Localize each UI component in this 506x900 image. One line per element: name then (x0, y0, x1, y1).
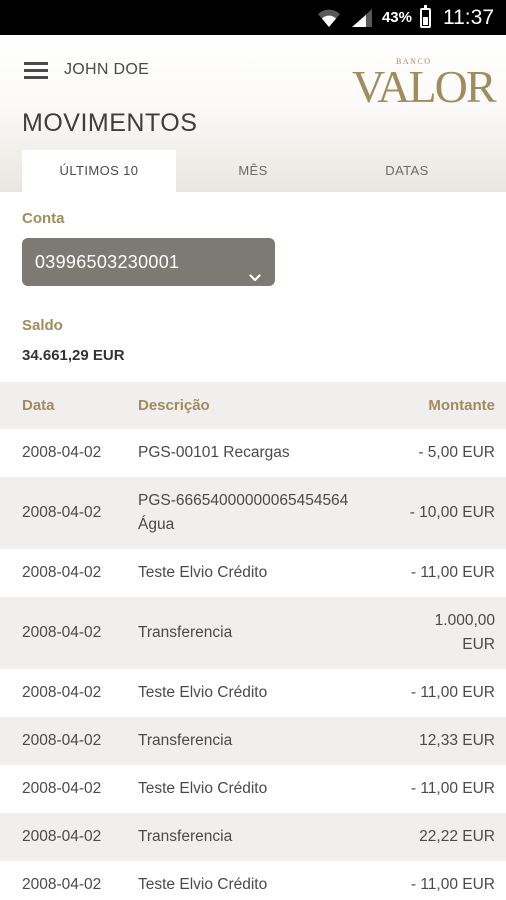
wifi-icon (316, 7, 342, 29)
row-amount: - 11,00 EUR (410, 684, 495, 701)
table-header: Data Descrição Montante (0, 382, 506, 429)
app-header: JOHN DOE BANCO VALOR MOVIMENTOS ÚLTIMOS … (0, 35, 506, 192)
row-date: 2008-04-02 (22, 780, 102, 797)
status-bar: 43% 11:37 (0, 0, 506, 35)
row-amount: - 10,00 EUR (409, 504, 495, 521)
account-label: Conta (22, 210, 65, 227)
user-name: JOHN DOE (64, 61, 150, 78)
chevron-down-icon (249, 254, 261, 282)
row-description: Teste Elvio Crédito (138, 780, 268, 797)
row-description: Teste Elvio Crédito (138, 876, 268, 893)
table-body: 2008-04-02 PGS-00101 Recargas - 5,00 EUR 20… (0, 429, 506, 900)
row-amount: 1.000,00 EUR (434, 612, 495, 653)
row-date: 2008-04-02 (22, 504, 102, 521)
row-description: PGS-00101 Recargas (138, 444, 290, 461)
row-amount: 22,22 EUR (419, 828, 495, 845)
battery-icon (420, 4, 431, 28)
signal-icon (350, 7, 374, 29)
tab-mes[interactable]: MÊS (176, 150, 330, 192)
tab-datas[interactable]: DATAS (330, 150, 484, 192)
row-date: 2008-04-02 (22, 624, 102, 641)
table-row[interactable]: 2008-04-02 PGS-66654000000065454564 Água -… (0, 477, 506, 549)
row-date: 2008-04-02 (22, 732, 102, 749)
table-row[interactable]: 2008-04-02 Transferencia 22,22 EUR (0, 813, 506, 861)
table-row[interactable]: 2008-04-02 Teste Elvio Crédito - 11,00 EUR (0, 861, 506, 900)
row-date: 2008-04-02 (22, 828, 102, 845)
header-amount: Montante (428, 397, 495, 414)
header-description: Descrição (138, 397, 210, 414)
row-amount: - 11,00 EUR (410, 564, 495, 581)
row-description: Teste Elvio Crédito (138, 564, 268, 581)
row-amount: 12,33 EUR (419, 732, 495, 749)
table-row[interactable]: 2008-04-02 Teste Elvio Crédito - 11,00 EUR (0, 765, 506, 813)
table-row[interactable]: 2008-04-02 Teste Elvio Crédito - 11,00 EUR (0, 669, 506, 717)
page-title: MOVIMENTOS (22, 109, 198, 137)
clock: 11:37 (443, 5, 494, 29)
row-description: Transferencia (138, 732, 233, 749)
header-date: Data (22, 397, 55, 414)
row-amount: - 5,00 EUR (418, 444, 495, 461)
account-select-value: 03996503230001 (35, 252, 180, 272)
row-amount: - 11,00 EUR (410, 780, 495, 797)
bank-logo: BANCO VALOR (350, 57, 497, 115)
tab-ultimos-10[interactable]: ÚLTIMOS 10 (22, 150, 176, 192)
row-date: 2008-04-02 (22, 684, 102, 701)
table-row[interactable]: 2008-04-02 Teste Elvio Crédito - 11,00 EUR (0, 549, 506, 597)
row-amount: - 11,00 EUR (410, 876, 495, 893)
battery-percent: 43% (381, 9, 412, 26)
row-description: Transferencia (138, 828, 233, 845)
table-row[interactable]: 2008-04-02 PGS-00101 Recargas - 5,00 EUR (0, 429, 506, 477)
row-description: Teste Elvio Crédito (138, 684, 268, 701)
row-date: 2008-04-02 (22, 876, 102, 893)
tab-bar: ÚLTIMOS 10 MÊS DATAS (22, 150, 484, 192)
logo-main-text: VALOR (352, 61, 497, 112)
hamburger-menu-icon[interactable] (24, 60, 48, 80)
balance-value: 34.661,29 EUR (22, 347, 125, 364)
transactions-table: Data Descrição Montante 2008-04-02 PGS-00… (0, 382, 506, 900)
row-date: 2008-04-02 (22, 564, 102, 581)
row-description: PGS-66654000000065454564 Água (138, 492, 349, 533)
account-select[interactable]: 03996503230001 (22, 238, 275, 286)
table-row[interactable]: 2008-04-02 Transferencia 1.000,00 EUR (0, 597, 506, 669)
balance-label: Saldo (22, 317, 63, 334)
row-description: Transferencia (138, 624, 233, 641)
table-row[interactable]: 2008-04-02 Transferencia 12,33 EUR (0, 717, 506, 765)
row-date: 2008-04-02 (22, 444, 102, 461)
